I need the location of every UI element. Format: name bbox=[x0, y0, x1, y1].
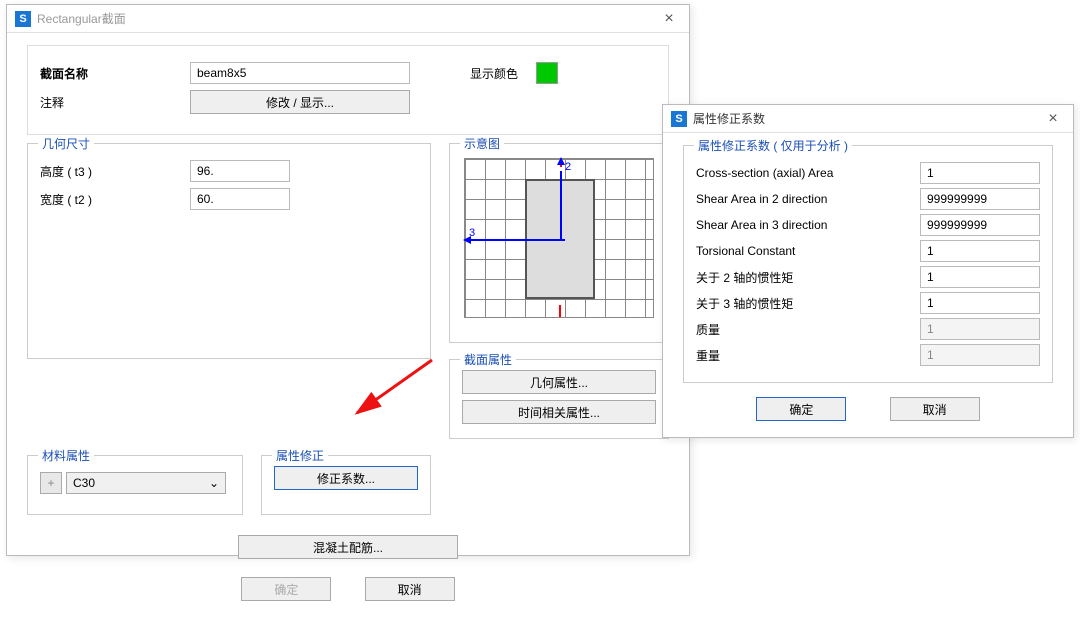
modifier-field-row: Cross-section (axial) Area bbox=[696, 160, 1040, 186]
color-swatch[interactable] bbox=[536, 62, 558, 84]
section-name-label: 截面名称 bbox=[40, 65, 190, 82]
modifier-field-label: 质量 bbox=[696, 321, 920, 338]
modifier-legend: 属性修正 bbox=[272, 447, 328, 464]
modifier-fields-group: 属性修正系数 ( 仅用于分析 ) Cross-section (axial) A… bbox=[683, 145, 1053, 383]
close-icon[interactable]: × bbox=[1041, 107, 1065, 131]
chevron-down-icon: ⌄ bbox=[209, 476, 219, 490]
modifier-field-row: 关于 2 轴的惯性矩 bbox=[696, 264, 1040, 290]
height-input[interactable] bbox=[190, 160, 290, 182]
geometry-legend: 几何尺寸 bbox=[38, 135, 94, 152]
modifier-field-input[interactable] bbox=[920, 292, 1040, 314]
rectangular-section-dialog: S Rectangular截面 × 截面名称 显示颜色 注释 修改 / 显示..… bbox=[6, 4, 690, 556]
modifier-dialog-title: 属性修正系数 bbox=[693, 110, 1041, 127]
app-icon: S bbox=[15, 11, 31, 27]
modifier-field-row: Shear Area in 2 direction bbox=[696, 186, 1040, 212]
modifier-title-bar: S 属性修正系数 × bbox=[663, 105, 1073, 133]
modifier-field-row: Shear Area in 3 direction bbox=[696, 212, 1040, 238]
modifier-field-row: 质量 bbox=[696, 316, 1040, 342]
modifier-fields-legend: 属性修正系数 ( 仅用于分析 ) bbox=[694, 137, 852, 154]
section-prop-legend: 截面属性 bbox=[460, 351, 516, 368]
sketch-group: 示意图 2 3 bbox=[449, 143, 669, 343]
material-group: 材料属性 + C30 ⌄ bbox=[27, 455, 243, 515]
modifier-button[interactable]: 修正系数... bbox=[274, 466, 418, 490]
rebar-button[interactable]: 混凝土配筋... bbox=[238, 535, 458, 559]
modifier-field-input bbox=[920, 344, 1040, 366]
modifier-field-input[interactable] bbox=[920, 240, 1040, 262]
width-label: 宽度 ( t2 ) bbox=[40, 191, 190, 208]
cancel-button[interactable]: 取消 bbox=[365, 577, 455, 601]
section-sketch: 2 3 bbox=[464, 158, 654, 318]
modifier-field-label: 关于 3 轴的惯性矩 bbox=[696, 295, 920, 312]
top-group: 截面名称 显示颜色 注释 修改 / 显示... bbox=[27, 45, 669, 135]
modify-show-button[interactable]: 修改 / 显示... bbox=[190, 90, 410, 114]
section-prop-group: 截面属性 几何属性... 时间相关属性... bbox=[449, 359, 669, 439]
modifier-field-input[interactable] bbox=[920, 188, 1040, 210]
height-label: 高度 ( t3 ) bbox=[40, 163, 190, 180]
modifier-field-label: Shear Area in 2 direction bbox=[696, 192, 920, 206]
section-name-input[interactable] bbox=[190, 62, 410, 84]
modifier-group: 属性修正 修正系数... bbox=[261, 455, 431, 515]
modifier-ok-button[interactable]: 确定 bbox=[756, 397, 846, 421]
add-material-button[interactable]: + bbox=[40, 472, 62, 494]
material-value: C30 bbox=[73, 476, 95, 490]
modifier-field-row: Torsional Constant bbox=[696, 238, 1040, 264]
modifier-field-input[interactable] bbox=[920, 162, 1040, 184]
modifier-field-input[interactable] bbox=[920, 214, 1040, 236]
modifier-field-label: 关于 2 轴的惯性矩 bbox=[696, 269, 920, 286]
width-input[interactable] bbox=[190, 188, 290, 210]
geometry-group: 几何尺寸 高度 ( t3 ) 宽度 ( t2 ) bbox=[27, 143, 431, 359]
material-combo[interactable]: C30 ⌄ bbox=[66, 472, 226, 494]
title-bar: S Rectangular截面 × bbox=[7, 5, 689, 33]
ok-button[interactable]: 确定 bbox=[241, 577, 331, 601]
geom-prop-button[interactable]: 几何属性... bbox=[462, 370, 656, 394]
modifier-field-label: Shear Area in 3 direction bbox=[696, 218, 920, 232]
material-legend: 材料属性 bbox=[38, 447, 94, 464]
sketch-legend: 示意图 bbox=[460, 135, 504, 152]
modifier-field-row: 关于 3 轴的惯性矩 bbox=[696, 290, 1040, 316]
modifier-field-label: 重量 bbox=[696, 347, 920, 364]
axis-3-label: 3 bbox=[469, 227, 475, 239]
modifier-field-row: 重量 bbox=[696, 342, 1040, 368]
annotation-label: 注释 bbox=[40, 94, 190, 111]
modifier-field-label: Torsional Constant bbox=[696, 244, 920, 258]
modifier-field-input[interactable] bbox=[920, 266, 1040, 288]
modifier-field-label: Cross-section (axial) Area bbox=[696, 166, 920, 180]
dialog-title: Rectangular截面 bbox=[37, 10, 657, 27]
close-icon[interactable]: × bbox=[657, 7, 681, 31]
app-icon: S bbox=[671, 111, 687, 127]
time-prop-button[interactable]: 时间相关属性... bbox=[462, 400, 656, 424]
display-color-label: 显示颜色 bbox=[470, 65, 518, 82]
modifier-dialog: S 属性修正系数 × 属性修正系数 ( 仅用于分析 ) Cross-sectio… bbox=[662, 104, 1074, 438]
modifier-cancel-button[interactable]: 取消 bbox=[890, 397, 980, 421]
modifier-field-input bbox=[920, 318, 1040, 340]
axis-2-label: 2 bbox=[565, 161, 571, 173]
